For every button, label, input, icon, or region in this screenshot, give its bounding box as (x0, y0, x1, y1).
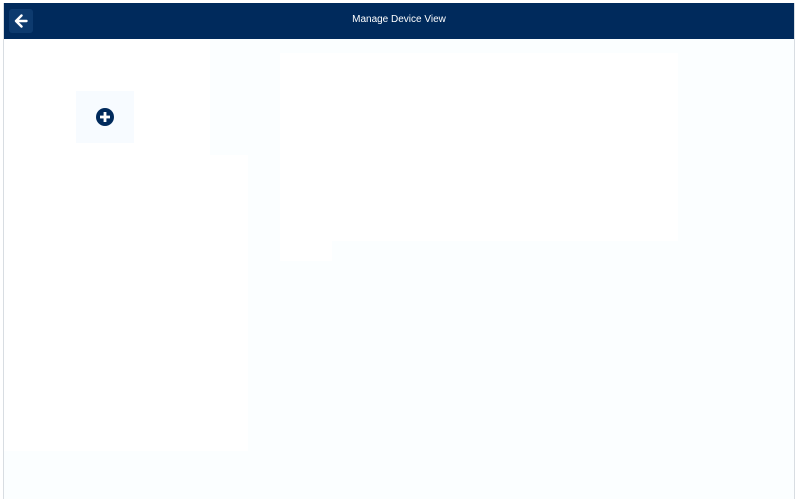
title-bar: Manage Device View (4, 3, 794, 39)
page-title: Manage Device View (352, 14, 446, 25)
device-view-preview (280, 53, 678, 241)
preview-tab (280, 241, 332, 261)
add-device-button[interactable] (76, 91, 134, 143)
plus-circle-icon (96, 108, 114, 126)
sidebar-notch (210, 39, 248, 155)
app-window: Manage Device View (3, 3, 795, 499)
device-list-sidebar (4, 39, 248, 451)
